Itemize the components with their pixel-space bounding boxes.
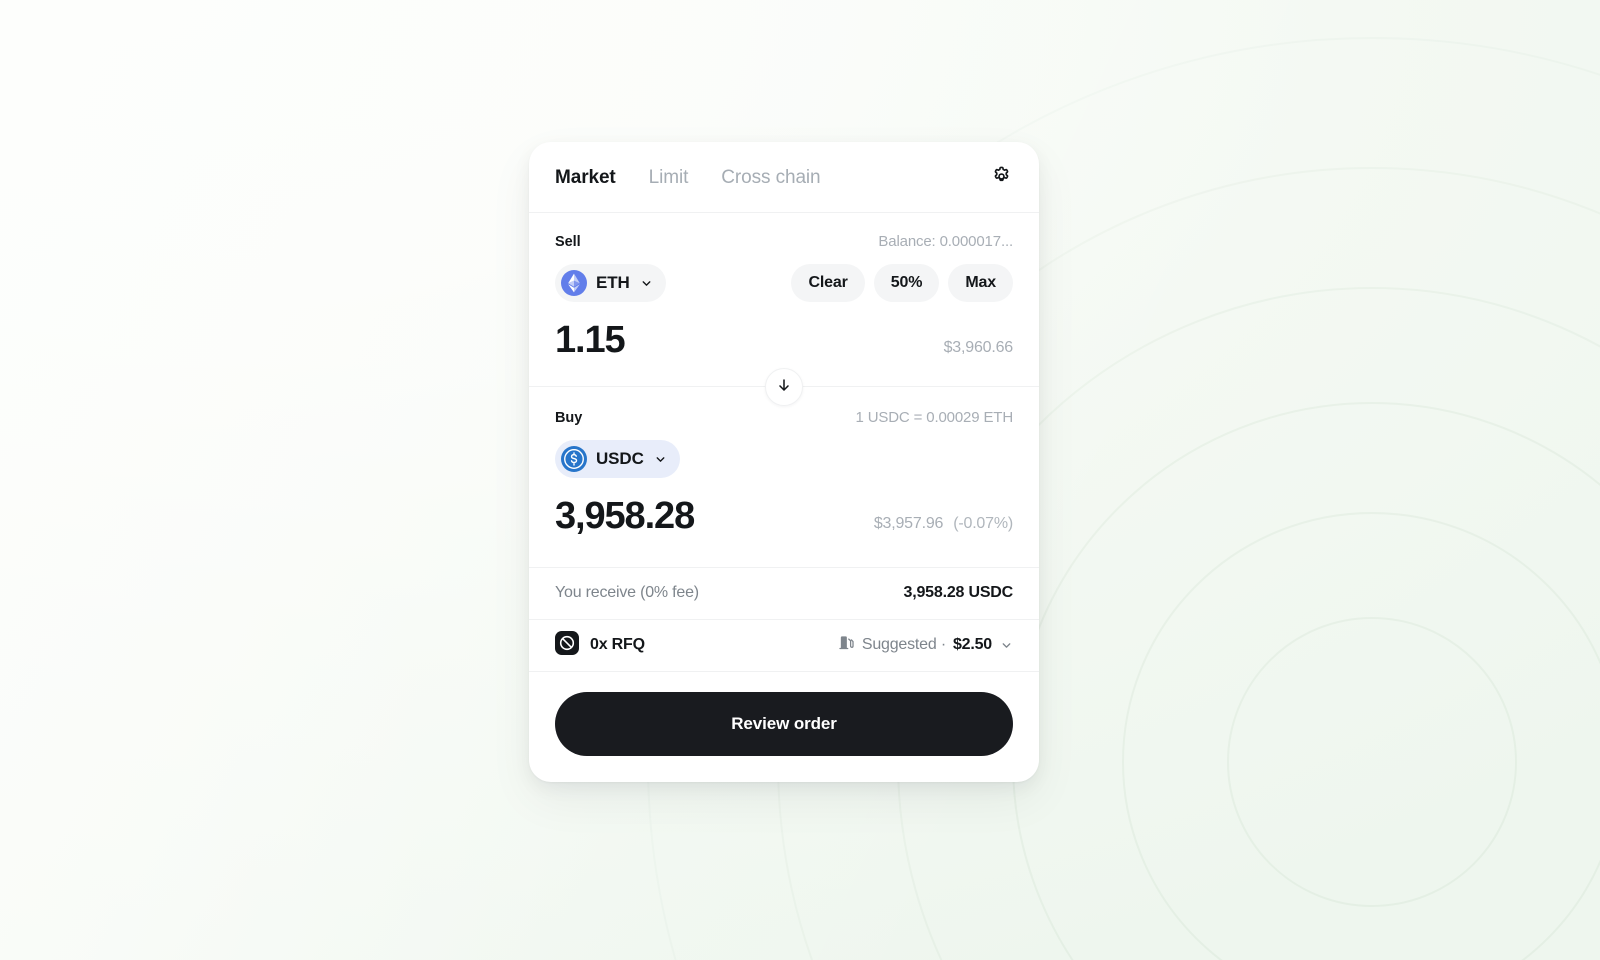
sell-label: Sell (555, 233, 581, 250)
route-info: 0x RFQ (555, 630, 645, 660)
sell-controls-row: ETH Clear 50% Max (555, 263, 1013, 303)
tab-bar: Market Limit Cross chain (555, 167, 987, 189)
clear-button[interactable]: Clear (791, 264, 865, 302)
exchange-rate: 1 USDC = 0.00029 ETH (855, 409, 1014, 427)
buy-controls-row: USDC (555, 439, 1013, 479)
gas-pump-icon (838, 634, 855, 656)
buy-amount-input[interactable] (555, 496, 839, 537)
buy-fiat-value: $3,957.96 (-0.07%) (874, 515, 1013, 533)
buy-amount-row: $3,957.96 (-0.07%) (555, 496, 1013, 537)
buy-fiat-delta: (-0.07%) (953, 515, 1013, 533)
buy-fiat-amount: $3,957.96 (873, 515, 944, 533)
tab-market[interactable]: Market (555, 167, 616, 189)
buy-token-selector[interactable]: USDC (555, 440, 680, 479)
sell-panel: Sell Balance: 0.000017... ETH Clear 50% … (529, 213, 1039, 386)
sell-amount-row: $3,960.66 (555, 320, 1014, 361)
chevron-down-icon (654, 453, 667, 466)
half-amount-button[interactable]: 50% (873, 264, 940, 302)
gear-icon (991, 166, 1012, 190)
chevron-down-icon (640, 277, 653, 290)
sell-quick-actions: Clear 50% Max (791, 264, 1013, 302)
zerox-logo-icon (555, 630, 579, 660)
sell-fiat-value: $3,960.66 (943, 339, 1014, 357)
usdc-logo-icon (561, 446, 587, 473)
chevron-down-icon (1000, 639, 1013, 652)
receive-value: 3,958.28 USDC (903, 584, 1014, 602)
buy-token-symbol: USDC (596, 449, 644, 469)
receive-summary-row: You receive (0% fee) 3,958.28 USDC (529, 566, 1039, 619)
settings-button[interactable] (987, 164, 1015, 192)
sell-header-row: Sell Balance: 0.000017... (555, 233, 1013, 250)
route-name: 0x RFQ (590, 636, 645, 654)
route-summary-row: 0x RFQ Suggested · $2.50 (529, 618, 1039, 671)
max-amount-button[interactable]: Max (948, 264, 1013, 302)
sell-token-symbol: ETH (596, 273, 630, 292)
card-header: Market Limit Cross chain (529, 142, 1039, 213)
gas-amount: $2.50 (952, 636, 992, 654)
sell-balance: Balance: 0.000017... (878, 233, 1013, 250)
gas-settings-button[interactable]: Suggested · $2.50 (838, 634, 1013, 656)
buy-header-row: Buy 1 USDC = 0.00029 ETH (555, 409, 1013, 426)
tab-limit[interactable]: Limit (649, 167, 689, 189)
cta-container: Review order (529, 670, 1039, 782)
tab-cross-chain[interactable]: Cross chain (721, 167, 820, 189)
sell-fiat-amount: $3,960.66 (943, 339, 1014, 356)
review-order-button[interactable]: Review order (555, 691, 1013, 756)
receive-label: You receive (0% fee) (555, 584, 699, 602)
eth-logo-icon (561, 270, 587, 296)
sell-token-selector[interactable]: ETH (555, 264, 666, 302)
sell-amount-input[interactable] (555, 320, 839, 361)
swap-card: Market Limit Cross chain Sell Balance: 0… (529, 142, 1039, 782)
buy-label: Buy (555, 409, 583, 426)
gas-label: Suggested · (861, 636, 946, 654)
buy-panel: Buy 1 USDC = 0.00029 ETH USDC 3,958.28 $… (529, 387, 1039, 566)
